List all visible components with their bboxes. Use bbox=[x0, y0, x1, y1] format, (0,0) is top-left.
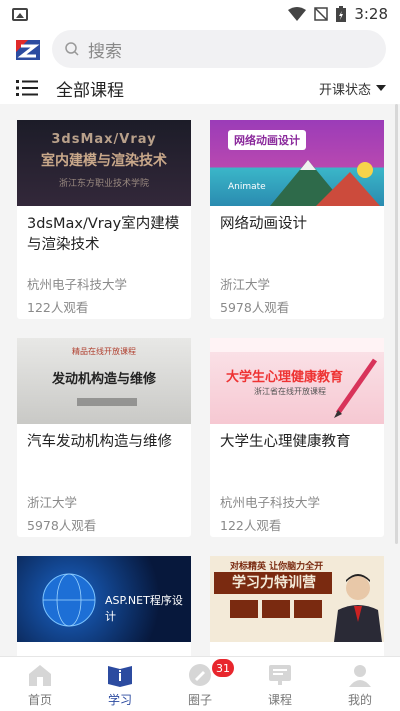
thumbnail-subtitle: 对标精英 让你脑力全开 bbox=[230, 562, 324, 572]
scrollbar[interactable] bbox=[395, 104, 398, 544]
thumbnail-title: 网络动画设计 bbox=[228, 130, 306, 150]
course-views: 5978人观看 bbox=[220, 300, 290, 315]
wifi-icon bbox=[288, 7, 307, 21]
course-school: 浙江大学 bbox=[27, 495, 78, 510]
menu-list-icon[interactable] bbox=[16, 79, 38, 97]
course-thumbnail: ASP.NET程序设计 bbox=[17, 556, 191, 642]
course-school: 杭州电子科技大学 bbox=[27, 277, 128, 292]
globe-illustration bbox=[42, 573, 96, 627]
image-notification-icon bbox=[12, 7, 28, 21]
thumbnail-subtitle: 浙江省在线开放课程 bbox=[254, 387, 326, 396]
thumbnail-subtitle: 浙江东方职业技术学院 bbox=[58, 179, 149, 189]
thumbnail-subtitle: Animate bbox=[228, 182, 266, 192]
status-bar: 3:28 bbox=[0, 0, 400, 28]
notification-badge: 31 bbox=[212, 659, 234, 677]
title-bar: 全部课程 开课状态 bbox=[0, 72, 400, 104]
filter-dropdown[interactable]: 开课状态 bbox=[319, 79, 386, 98]
tab-study[interactable]: 学习 bbox=[80, 657, 160, 711]
home-icon bbox=[29, 665, 51, 686]
course-card[interactable]: ASP.NET程序设计 bbox=[17, 556, 191, 656]
clock: 3:28 bbox=[354, 5, 388, 23]
tab-home[interactable]: 首页 bbox=[0, 657, 80, 711]
course-card[interactable]: 网络动画设计 Animate 网络动画设计 浙江大学 5978人观看 bbox=[210, 120, 384, 319]
course-title: 网络动画设计 bbox=[220, 216, 307, 232]
thumbnail-title: 学习力特训营 bbox=[214, 572, 332, 594]
course-title: 3dsMax/Vray室内建模与渲染技术 bbox=[27, 216, 180, 253]
circle-icon bbox=[189, 664, 211, 686]
thumbnail-title: ASP.NET程序设计 bbox=[105, 594, 183, 623]
course-thumbnail: 大学生心理健康教育 浙江省在线开放课程 bbox=[210, 338, 384, 424]
thumbnail-subtitle: 精品在线开放课程 bbox=[72, 347, 136, 356]
study-icon bbox=[108, 666, 132, 687]
filter-label: 开课状态 bbox=[318, 82, 371, 98]
course-card[interactable]: 对标精英 让你脑力全开 学习力特训营 bbox=[210, 556, 384, 656]
tab-circle[interactable]: 31 圈子 bbox=[160, 657, 240, 711]
course-thumbnail: 3dsMax/Vray 室内建模与渲染技术 浙江东方职业技术学院 bbox=[17, 120, 191, 206]
course-views: 5978人观看 bbox=[27, 518, 97, 533]
profile-icon bbox=[349, 665, 371, 687]
pencil-illustration bbox=[334, 358, 378, 418]
thumbnail-title: 大学生心理健康教育 bbox=[226, 370, 344, 385]
no-signal-icon bbox=[314, 7, 329, 21]
course-card[interactable]: 精品在线开放课程 发动机构造与维修 汽车发动机构造与维修 浙江大学 5978人观… bbox=[17, 338, 191, 537]
tab-profile[interactable]: 我的 bbox=[320, 657, 400, 711]
chevron-down-icon bbox=[376, 85, 386, 91]
bottom-tab-bar: 首页 学习 31 圈子 课程 我的 bbox=[0, 656, 400, 711]
course-views: 122人观看 bbox=[27, 300, 89, 315]
tab-courses[interactable]: 课程 bbox=[240, 657, 320, 711]
course-school: 浙江大学 bbox=[220, 277, 271, 292]
course-grid: 3dsMax/Vray 室内建模与渲染技术 浙江东方职业技术学院 3dsMax/… bbox=[0, 104, 400, 656]
course-thumbnail: 对标精英 让你脑力全开 学习力特训营 bbox=[210, 556, 384, 642]
course-card[interactable]: 3dsMax/Vray 室内建模与渲染技术 浙江东方职业技术学院 3dsMax/… bbox=[17, 120, 191, 319]
course-title: 大学生心理健康教育 bbox=[220, 434, 351, 450]
header: 搜索 bbox=[0, 28, 400, 72]
course-title: 汽车发动机构造与维修 bbox=[27, 434, 172, 450]
search-icon bbox=[65, 42, 79, 56]
course-views: 122人观看 bbox=[220, 518, 282, 533]
search-input[interactable]: 搜索 bbox=[52, 30, 386, 68]
course-icon bbox=[269, 665, 291, 685]
course-thumbnail: 网络动画设计 Animate bbox=[210, 120, 384, 206]
search-placeholder: 搜索 bbox=[88, 41, 122, 62]
instructor-portrait bbox=[334, 574, 382, 642]
mountains-illustration bbox=[270, 160, 380, 206]
thumbnail-title: 发动机构造与维修 bbox=[51, 372, 156, 387]
app-logo bbox=[16, 40, 40, 60]
course-card[interactable]: 大学生心理健康教育 浙江省在线开放课程 大学生心理健康教育 杭州电子科技大学 1… bbox=[210, 338, 384, 537]
page-title: 全部课程 bbox=[56, 80, 124, 101]
course-school: 杭州电子科技大学 bbox=[220, 495, 321, 510]
course-thumbnail: 精品在线开放课程 发动机构造与维修 bbox=[17, 338, 191, 424]
battery-icon bbox=[336, 6, 347, 22]
